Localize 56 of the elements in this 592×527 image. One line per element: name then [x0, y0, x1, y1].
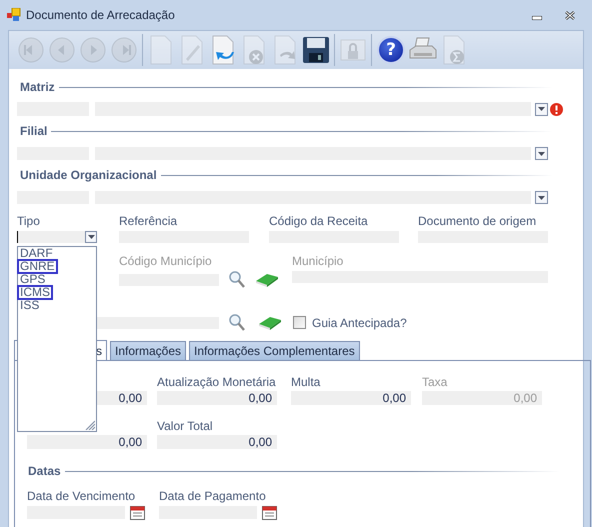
checkbox[interactable] [293, 316, 306, 329]
field-label: Data de Pagamento [159, 489, 267, 503]
dropdown-button[interactable] [535, 191, 548, 204]
type-dropdown[interactable] [17, 231, 97, 243]
field-label: Taxa [422, 375, 448, 389]
dropdown-option[interactable]: GPS [18, 273, 48, 286]
section-title: Filial [20, 124, 48, 138]
section-title: Unidade Organizacional [20, 168, 157, 182]
field-label: Multa [291, 375, 322, 389]
field-label: Tipo [17, 214, 41, 228]
number-field[interactable]: 0,00 [27, 435, 147, 449]
cancel-document-icon [241, 35, 267, 65]
field-label: Atualização Monetária [157, 375, 277, 389]
tab[interactable]: Informações Complementares [189, 341, 360, 360]
resize-grip-icon[interactable] [85, 420, 95, 430]
pencil-document-icon [179, 35, 205, 65]
dropdown-arrow-icon [538, 196, 545, 200]
tab[interactable]: Informações [110, 341, 186, 360]
dropdown-arrow-icon [88, 235, 94, 239]
calendar-icon [262, 505, 277, 520]
dropdown-arrow-icon [538, 107, 545, 111]
minimize-icon [532, 16, 542, 20]
section-title: Matriz [20, 80, 55, 94]
dropdown-option[interactable]: DARF [18, 247, 55, 260]
eraser-icon [258, 315, 282, 330]
window-title: Documento de Arrecadação [26, 8, 176, 22]
number-field[interactable]: 0,00 [157, 391, 277, 405]
field-label: Referência [119, 214, 178, 228]
redo-document-icon [272, 35, 298, 65]
number-field[interactable]: 0,00 [157, 435, 277, 449]
field-label: Documento de origem [418, 214, 538, 228]
section-title: Datas [28, 464, 61, 478]
field-label: Código da Receita [269, 214, 369, 228]
help-button[interactable]: ? [377, 36, 405, 64]
dropdown-option[interactable]: ICMS [18, 286, 52, 299]
dropdown-button[interactable] [535, 147, 548, 160]
close-icon [565, 10, 575, 20]
field-label: Valor Total [157, 419, 214, 433]
sigma-document-icon [441, 35, 467, 65]
dropdown-option[interactable]: ISS [18, 299, 42, 312]
save-button[interactable] [301, 34, 331, 66]
field-label: Código Município [119, 254, 213, 268]
dropdown-option[interactable]: GNRE [18, 260, 57, 273]
calendar-icon [130, 505, 145, 520]
search-icon [229, 271, 245, 288]
field-label: Data de Vencimento [27, 489, 136, 503]
number-field[interactable]: 0,00 [291, 391, 411, 405]
checkbox-label: Guia Antecipada? [312, 316, 407, 330]
search-icon [229, 314, 245, 331]
eraser-icon [255, 272, 279, 287]
app-icon [7, 8, 21, 22]
undo-document-icon [210, 35, 236, 65]
field-label: Município [292, 254, 344, 268]
new-document-icon [148, 35, 174, 65]
dropdown-button[interactable] [535, 102, 548, 116]
dropdown-arrow-icon [538, 152, 545, 156]
